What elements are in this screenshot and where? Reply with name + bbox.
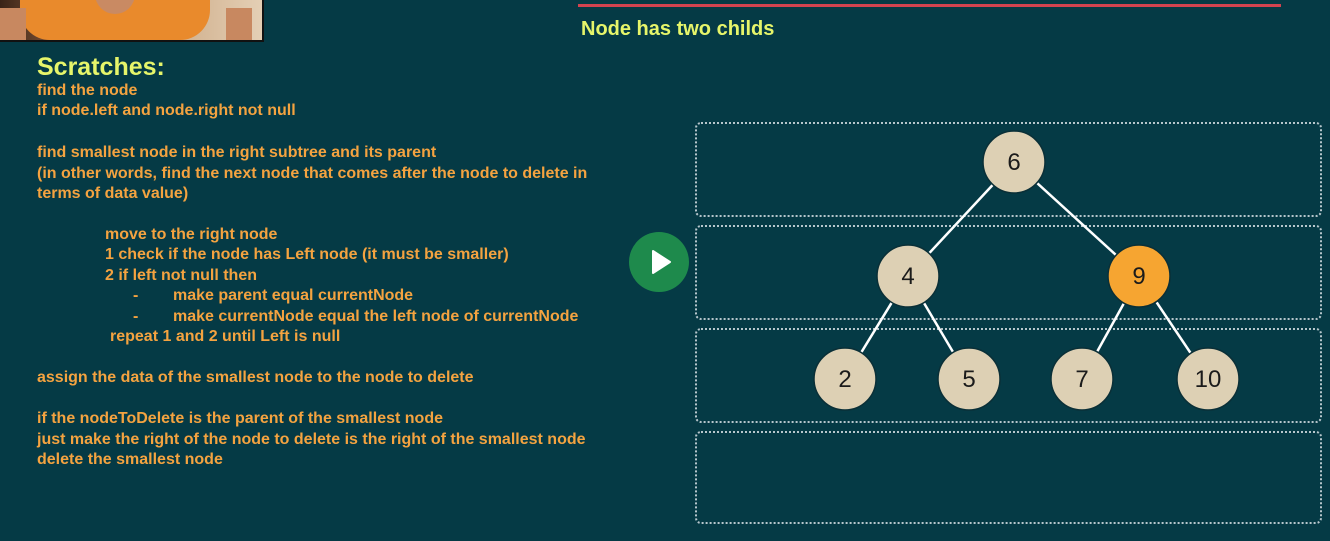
node-label: 6 [1007, 149, 1020, 176]
tree-node: 10 [1176, 347, 1240, 411]
node-label: 10 [1195, 366, 1222, 393]
binary-tree-diagram: 6 4 9 2 5 7 10 [813, 130, 1240, 411]
node-label: 2 [838, 366, 851, 393]
tree-node: 4 [876, 244, 940, 308]
tree-node: 7 [1050, 347, 1114, 411]
node-label: 9 [1132, 263, 1145, 290]
node-label: 7 [1075, 366, 1088, 393]
node-label: 4 [901, 263, 914, 290]
tree-node: 6 [982, 130, 1046, 194]
node-label: 5 [962, 366, 975, 393]
tree-node: 5 [937, 347, 1001, 411]
tree-node-highlighted: 9 [1107, 244, 1171, 308]
tree-node: 2 [813, 347, 877, 411]
